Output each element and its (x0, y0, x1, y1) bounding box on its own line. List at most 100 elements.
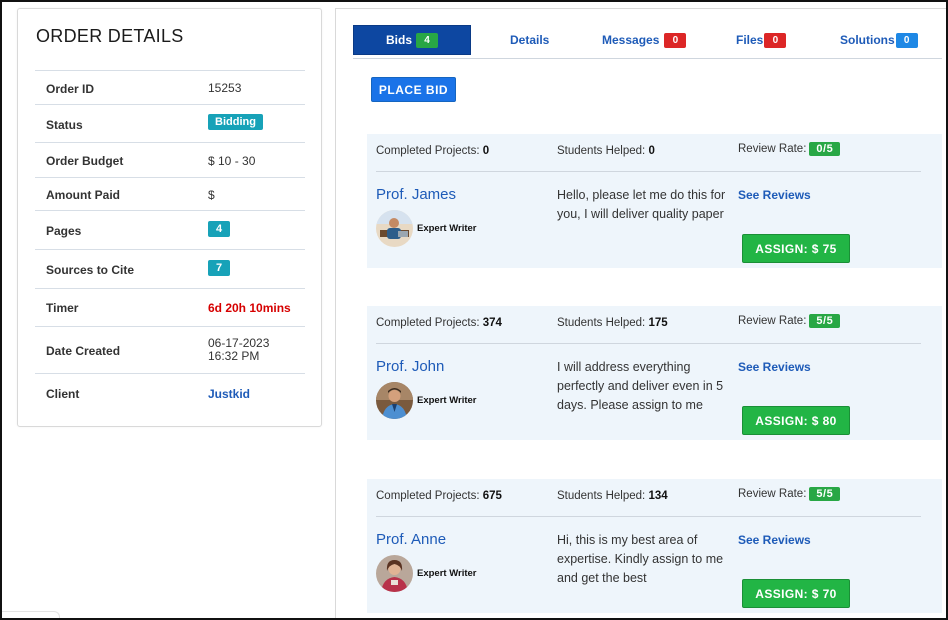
bid-card: Completed Projects: 374 Students Helped:… (367, 306, 942, 440)
detail-row-client: Client Justkid (35, 373, 305, 411)
detail-row-amount-paid: Amount Paid $ (35, 177, 305, 210)
order-details-title: ORDER DETAILS (36, 26, 184, 46)
see-reviews-link[interactable]: See Reviews (738, 533, 811, 547)
status-badge: Bidding (208, 114, 263, 130)
tab-bids-count: 4 (416, 32, 438, 48)
review-rate-badge: 5/5 (809, 314, 841, 328)
pages-label: Pages (46, 224, 82, 238)
bid-message: Hello, please let me do this for you, I … (557, 188, 726, 221)
sources-value-wrap: 7 (208, 260, 231, 276)
see-reviews-link[interactable]: See Reviews (738, 188, 811, 202)
review-rate-label: Review Rate: (738, 488, 807, 500)
sources-label: Sources to Cite (46, 263, 135, 277)
tab-solutions-label: Solutions (840, 33, 895, 47)
assign-button[interactable]: ASSIGN: $ 80 (742, 406, 850, 435)
completed-projects: Completed Projects: 374 (376, 317, 502, 329)
tab-solutions[interactable]: Solutions 0 (840, 25, 918, 55)
amount-paid-value: $ (208, 188, 215, 202)
order-id-value: 15253 (208, 81, 242, 95)
review-rate-badge: 0/5 (809, 142, 841, 156)
tab-files-label: Files (736, 33, 764, 47)
bid-card: Completed Projects: 0 Students Helped: 0… (367, 134, 942, 268)
pages-value-wrap: 4 (208, 221, 231, 237)
students-helped-value: 175 (648, 317, 668, 329)
students-helped-label: Students Helped: (557, 145, 646, 157)
tab-files-count: 0 (764, 32, 787, 48)
order-budget-value: $ 10 - 30 (208, 154, 256, 168)
tab-messages[interactable]: Messages 0 (602, 25, 687, 55)
bid-stats: Completed Projects: 374 Students Helped:… (367, 306, 942, 343)
detail-row-status: Status Bidding (35, 104, 305, 142)
writer-name-link[interactable]: Prof. Anne (376, 531, 446, 548)
see-reviews-link[interactable]: See Reviews (738, 360, 811, 374)
tab-details[interactable]: Details (510, 25, 549, 55)
tab-bids[interactable]: Bids 4 (353, 25, 471, 55)
students-helped: Students Helped: 134 (557, 490, 668, 502)
completed-projects: Completed Projects: 675 (376, 490, 502, 502)
students-helped-label: Students Helped: (557, 490, 646, 502)
timer-value: 6d 20h 10mins (208, 301, 291, 315)
students-helped-value: 134 (648, 490, 668, 502)
review-rate: Review Rate: 5/5 (738, 314, 841, 328)
order-details-panel: ORDER DETAILS Order ID 15253 Status Bidd… (17, 8, 322, 427)
bid-divider (376, 343, 921, 344)
writer-avatar (376, 555, 413, 592)
writer-name-link[interactable]: Prof. James (376, 186, 456, 203)
client-link[interactable]: Justkid (208, 387, 250, 401)
client-label: Client (46, 387, 80, 401)
place-bid-button[interactable]: PLACE BID (371, 77, 456, 102)
date-created-time: 16:32 PM (208, 349, 260, 363)
order-budget-label: Order Budget (46, 154, 124, 168)
tab-messages-label: Messages (602, 33, 660, 47)
completed-projects-value: 675 (482, 490, 502, 502)
writer-role: Expert Writer (417, 568, 477, 579)
review-rate: Review Rate: 0/5 (738, 142, 841, 156)
pages-badge: 4 (208, 221, 231, 237)
timer-label: Timer (46, 301, 79, 315)
students-helped-label: Students Helped: (557, 317, 646, 329)
writer-name-link[interactable]: Prof. John (376, 358, 444, 375)
writer-role: Expert Writer (417, 223, 477, 234)
detail-row-budget: Order Budget $ 10 - 30 (35, 142, 305, 177)
page-corner-tab (2, 611, 60, 618)
students-helped: Students Helped: 175 (557, 317, 668, 329)
bids-panel: Bids 4 Details Messages 0 Files 0 Soluti… (335, 8, 946, 618)
writer-avatar (376, 210, 413, 247)
students-helped-value: 0 (648, 145, 655, 157)
bid-message: I will address everything perfectly and … (557, 360, 724, 412)
tab-bids-label: Bids (385, 33, 412, 47)
writer-role: Expert Writer (417, 395, 477, 406)
bid-card: Completed Projects: 675 Students Helped:… (367, 479, 942, 613)
assign-button[interactable]: ASSIGN: $ 70 (742, 579, 850, 608)
detail-row-sources: Sources to Cite 7 (35, 249, 305, 288)
completed-projects: Completed Projects: 0 (376, 145, 489, 157)
order-id-label: Order ID (46, 82, 95, 96)
tab-solutions-count: 0 (895, 32, 918, 48)
assign-button[interactable]: ASSIGN: $ 75 (742, 234, 850, 263)
status-label: Status (46, 118, 83, 132)
order-tabs: Bids 4 Details Messages 0 Files 0 Soluti… (353, 25, 942, 59)
students-helped: Students Helped: 0 (557, 145, 655, 157)
completed-projects-value: 374 (482, 317, 502, 329)
detail-row-timer: Timer 6d 20h 10mins (35, 288, 305, 326)
review-rate: Review Rate: 5/5 (738, 487, 841, 501)
bid-message: Hi, this is my best area of expertise. K… (557, 533, 724, 585)
review-rate-label: Review Rate: (738, 315, 807, 327)
date-created-label: Date Created (46, 344, 121, 358)
detail-row-date-created: Date Created 06-17-2023 16:32 PM (35, 326, 305, 373)
date-created-value: 06-17-2023 16:32 PM (208, 337, 269, 363)
writer-avatar (376, 382, 413, 419)
bid-divider (376, 171, 921, 172)
bid-stats: Completed Projects: 675 Students Helped:… (367, 479, 942, 516)
completed-projects-label: Completed Projects: (376, 490, 480, 502)
tab-details-label: Details (510, 33, 550, 47)
completed-projects-value: 0 (482, 145, 490, 157)
order-details-table: Order ID 15253 Status Bidding Order Budg… (35, 70, 305, 411)
bid-stats: Completed Projects: 0 Students Helped: 0… (367, 134, 942, 171)
completed-projects-label: Completed Projects: (376, 145, 480, 157)
completed-projects-label: Completed Projects: (376, 317, 480, 329)
amount-paid-label: Amount Paid (46, 188, 120, 202)
detail-row-pages: Pages 4 (35, 210, 305, 249)
tab-files[interactable]: Files 0 (736, 25, 787, 55)
tab-messages-count: 0 (664, 32, 687, 48)
